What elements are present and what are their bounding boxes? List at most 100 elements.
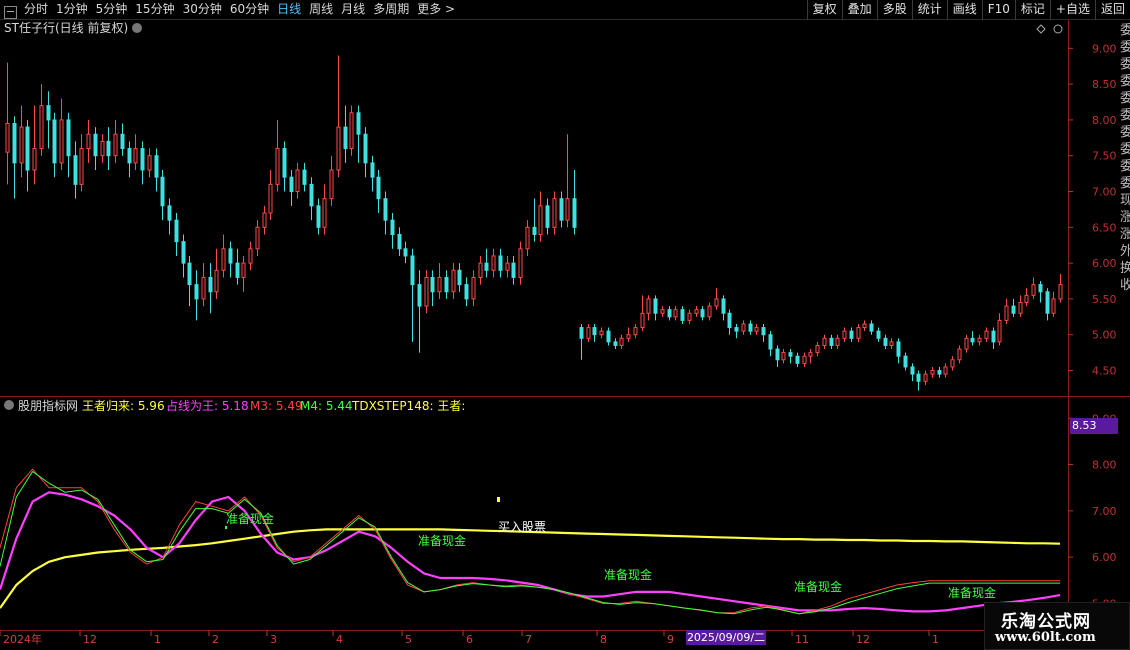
candle xyxy=(322,184,327,235)
period-tab[interactable]: 分时 xyxy=(20,0,52,20)
candle xyxy=(518,241,523,285)
candle xyxy=(397,227,402,256)
main-chart-title: ST任子行(日线 前复权) xyxy=(4,20,128,35)
candle xyxy=(613,338,618,350)
toolbar-button[interactable]: 画线 xyxy=(946,0,982,20)
x-tick-label: 5 xyxy=(405,633,412,646)
candle xyxy=(174,213,179,256)
candle xyxy=(167,198,172,235)
candle xyxy=(120,123,125,156)
candle xyxy=(140,141,145,185)
candle xyxy=(856,323,861,342)
period-tab[interactable]: 15分钟 xyxy=(131,0,178,20)
candle xyxy=(32,105,37,185)
x-axis: 2024年 12 1 2 3 4 5 6 7 8 9 11 12 1 xyxy=(0,630,1130,646)
layout-icon[interactable] xyxy=(4,5,17,19)
indicator-name: 股朋指标网 xyxy=(18,398,78,413)
signal-annotation: 买入股票 xyxy=(498,520,546,534)
signal-annotation: 准备现金 xyxy=(226,511,274,526)
candle xyxy=(390,213,395,249)
x-tick-label: 12 xyxy=(856,633,870,646)
candle xyxy=(275,119,280,192)
signal-annotation: 准备现金 xyxy=(948,585,996,600)
candle xyxy=(586,323,591,342)
x-tick-label: 12 xyxy=(83,633,97,646)
x-tick-label: 9 xyxy=(667,633,674,646)
candle xyxy=(457,263,462,292)
indicator-legend-item: 王者归来: 5.96 xyxy=(82,399,165,413)
candle xyxy=(687,309,692,324)
period-tab[interactable]: 周线 xyxy=(305,0,337,20)
candle xyxy=(471,270,476,307)
candle xyxy=(160,170,165,221)
candle xyxy=(775,345,780,367)
ind-y-tick-label: 8.00 xyxy=(1092,459,1117,472)
candle xyxy=(788,349,793,364)
candle xyxy=(316,198,321,235)
candle xyxy=(100,134,105,163)
candle xyxy=(795,352,800,367)
toolbar-button[interactable]: 复权 xyxy=(806,0,842,20)
toolbar-button[interactable]: 返回 xyxy=(1094,0,1130,20)
candle xyxy=(505,255,510,278)
candle xyxy=(93,127,98,171)
period-tab[interactable]: 多周期 xyxy=(369,0,413,20)
candle xyxy=(694,306,699,317)
period-tab[interactable]: 日线 xyxy=(273,0,305,20)
candle xyxy=(977,334,982,346)
candle xyxy=(410,248,415,342)
candle xyxy=(889,338,894,350)
toolbar-button[interactable]: 统计 xyxy=(911,0,947,20)
candle xyxy=(970,331,975,346)
period-tab[interactable]: 1分钟 xyxy=(52,0,92,20)
candle xyxy=(309,177,314,221)
candle xyxy=(1058,273,1063,303)
y-tick-label: 5.00 xyxy=(1092,329,1117,342)
diamond-icon[interactable] xyxy=(1036,24,1046,34)
candle xyxy=(181,234,186,278)
candle xyxy=(52,112,57,178)
chevron-down-icon[interactable] xyxy=(132,23,142,33)
toolbar-button[interactable]: F10 xyxy=(981,0,1015,20)
candle xyxy=(1004,298,1009,324)
candle xyxy=(221,234,226,278)
chevron-down-icon[interactable] xyxy=(4,400,14,410)
toolbar-button[interactable]: 标记 xyxy=(1014,0,1050,20)
toolbar-button[interactable]: 叠加 xyxy=(841,0,877,20)
settings-icon[interactable] xyxy=(1053,24,1063,34)
candle xyxy=(424,270,429,314)
period-tab[interactable]: 5分钟 xyxy=(92,0,132,20)
candle xyxy=(127,141,132,178)
indicator-legend-item: 占线为王: 5.18 xyxy=(166,398,249,413)
candle xyxy=(923,370,928,385)
candle xyxy=(802,352,807,367)
candle xyxy=(19,105,24,178)
period-tab[interactable]: 更多 > xyxy=(413,0,459,20)
watermark-url: www.60lt.com xyxy=(995,630,1096,645)
candle xyxy=(646,295,651,321)
candle xyxy=(829,334,834,350)
x-tick-label: 8 xyxy=(600,633,607,646)
candle xyxy=(606,327,611,346)
candle xyxy=(511,255,516,285)
candle xyxy=(66,112,71,178)
toolbar-button[interactable]: 多股 xyxy=(876,0,912,20)
candle xyxy=(950,356,955,371)
main-price-panel: 9.00 8.50 8.00 7.50 7.00 6.50 6.00 5.50 5.00 4.50… xyxy=(0,20,1130,650)
period-tab[interactable]: 30分钟 xyxy=(179,0,226,20)
candle xyxy=(707,302,712,321)
y-tick-label: 9.00 xyxy=(1092,42,1117,55)
toolbar-button[interactable]: +自选 xyxy=(1049,0,1095,20)
candle xyxy=(25,119,30,192)
candle xyxy=(984,327,989,342)
chart-area: 9.00 8.50 8.00 7.50 7.00 6.50 6.00 5.50 5.00 4.50… xyxy=(0,20,1130,650)
signal-annotation: 准备现金 xyxy=(604,567,652,582)
candle xyxy=(417,270,422,353)
period-tab[interactable]: 60分钟 xyxy=(226,0,273,20)
y-tick-label: 7.00 xyxy=(1092,186,1117,199)
period-tab[interactable]: 月线 xyxy=(337,0,369,20)
x-tick-label: 11 xyxy=(795,633,809,646)
candle xyxy=(991,327,996,350)
candle xyxy=(464,277,469,307)
candle xyxy=(768,331,773,357)
